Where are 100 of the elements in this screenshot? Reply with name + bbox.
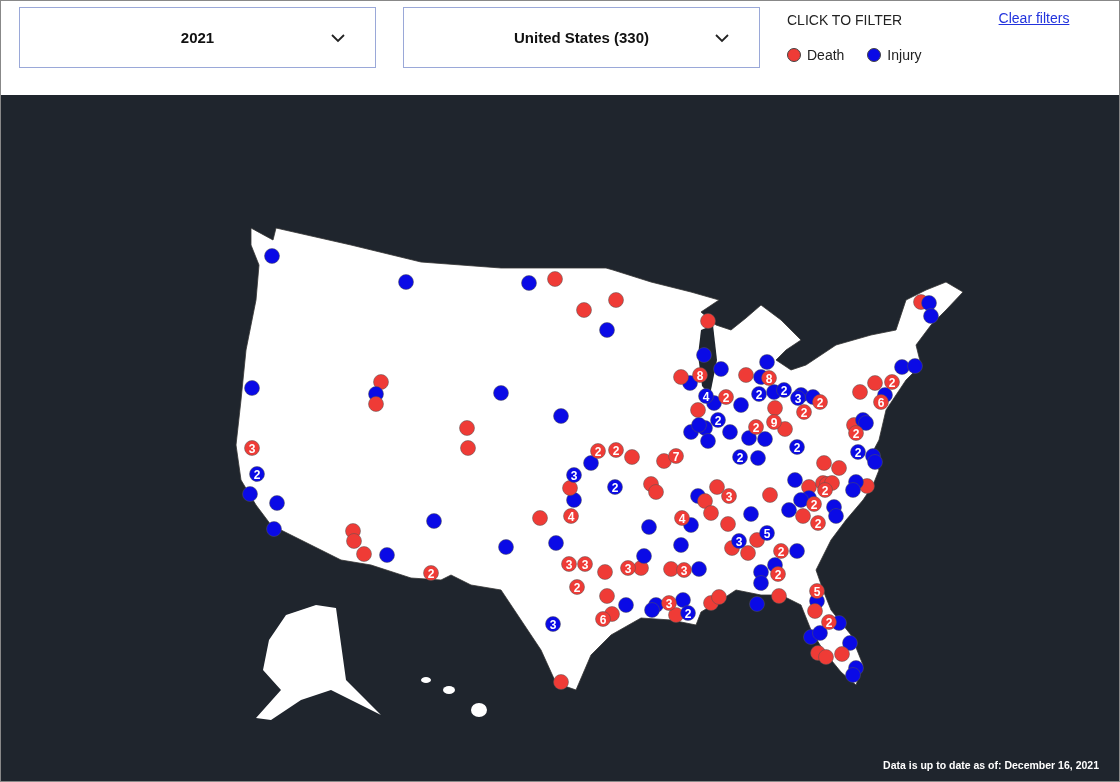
death-marker[interactable]: 3 — [676, 562, 692, 578]
death-marker[interactable] — [816, 455, 832, 471]
injury-marker[interactable]: 2 — [607, 479, 623, 495]
death-marker[interactable] — [673, 369, 689, 385]
injury-marker[interactable] — [757, 431, 773, 447]
death-marker[interactable]: 3 — [244, 440, 260, 456]
injury-marker[interactable] — [793, 492, 809, 508]
injury-marker[interactable] — [264, 248, 280, 264]
injury-marker[interactable]: 2 — [751, 386, 767, 402]
death-marker[interactable] — [608, 292, 624, 308]
injury-marker[interactable] — [741, 430, 757, 446]
death-marker[interactable]: 8 — [761, 370, 777, 386]
injury-marker[interactable] — [618, 597, 634, 613]
injury-marker[interactable]: 3 — [566, 467, 582, 483]
death-marker[interactable]: 2 — [770, 566, 786, 582]
death-marker[interactable]: 3 — [721, 488, 737, 504]
injury-marker[interactable] — [842, 635, 858, 651]
injury-marker[interactable] — [244, 380, 260, 396]
death-marker[interactable] — [703, 505, 719, 521]
death-marker[interactable]: 2 — [810, 515, 826, 531]
injury-marker[interactable] — [789, 543, 805, 559]
injury-marker[interactable] — [493, 385, 509, 401]
injury-marker[interactable]: 3 — [545, 616, 561, 632]
death-marker[interactable] — [624, 449, 640, 465]
death-marker[interactable] — [859, 478, 875, 494]
death-marker[interactable] — [599, 588, 615, 604]
filter-dropdown[interactable]: 2021 — [19, 7, 376, 68]
filter-dropdown[interactable]: United States (330) — [403, 7, 760, 68]
death-marker[interactable] — [771, 588, 787, 604]
injury-marker[interactable] — [743, 506, 759, 522]
injury-marker[interactable] — [787, 472, 803, 488]
death-marker[interactable] — [831, 460, 847, 476]
death-marker[interactable] — [597, 564, 613, 580]
death-marker[interactable] — [553, 674, 569, 690]
death-marker[interactable] — [740, 545, 756, 561]
death-marker[interactable] — [663, 561, 679, 577]
death-marker[interactable]: 4 — [563, 508, 579, 524]
injury-marker[interactable] — [921, 295, 937, 311]
injury-marker[interactable] — [845, 667, 861, 683]
death-marker[interactable] — [767, 400, 783, 416]
injury-marker[interactable] — [828, 508, 844, 524]
death-marker[interactable] — [749, 532, 765, 548]
injury-marker[interactable] — [691, 561, 707, 577]
injury-marker[interactable] — [753, 575, 769, 591]
clear-filters-link[interactable]: Clear filters — [998, 10, 1070, 26]
injury-marker[interactable] — [781, 502, 797, 518]
injury-marker[interactable] — [266, 521, 282, 537]
death-marker[interactable]: 2 — [884, 374, 900, 390]
death-marker[interactable]: 2 — [590, 443, 606, 459]
injury-marker[interactable] — [242, 486, 258, 502]
death-marker[interactable] — [867, 375, 883, 391]
death-marker[interactable] — [709, 479, 725, 495]
injury-marker[interactable] — [379, 547, 395, 563]
injury-marker[interactable] — [812, 625, 828, 641]
death-marker[interactable]: 2 — [848, 425, 864, 441]
death-marker[interactable]: 6 — [873, 394, 889, 410]
death-marker[interactable] — [720, 516, 736, 532]
death-marker[interactable] — [807, 603, 823, 619]
death-marker[interactable] — [576, 302, 592, 318]
injury-marker[interactable] — [691, 417, 707, 433]
injury-marker[interactable] — [548, 535, 564, 551]
death-marker[interactable]: 2 — [812, 394, 828, 410]
death-marker[interactable]: 2 — [773, 543, 789, 559]
injury-marker[interactable] — [673, 537, 689, 553]
injury-marker[interactable] — [894, 359, 910, 375]
death-marker[interactable]: 2 — [748, 419, 764, 435]
injury-marker[interactable] — [722, 424, 738, 440]
injury-marker[interactable] — [426, 513, 442, 529]
death-marker[interactable] — [459, 420, 475, 436]
injury-marker[interactable] — [749, 596, 765, 612]
injury-marker[interactable] — [923, 308, 939, 324]
injury-marker[interactable]: 2 — [710, 412, 726, 428]
death-marker[interactable]: 3 — [661, 595, 677, 611]
injury-marker[interactable] — [583, 455, 599, 471]
death-marker[interactable]: 2 — [718, 389, 734, 405]
injury-marker[interactable] — [644, 602, 660, 618]
death-marker[interactable]: 2 — [821, 614, 837, 630]
injury-marker[interactable] — [675, 592, 691, 608]
injury-marker[interactable] — [907, 358, 923, 374]
injury-marker[interactable]: 4 — [698, 388, 714, 404]
injury-marker[interactable] — [750, 450, 766, 466]
injury-marker[interactable]: 2 — [789, 439, 805, 455]
legend-filter[interactable]: Injury — [867, 47, 922, 63]
death-marker[interactable] — [547, 271, 563, 287]
injury-marker[interactable] — [498, 539, 514, 555]
injury-marker[interactable] — [700, 433, 716, 449]
death-marker[interactable]: 3 — [620, 560, 636, 576]
death-marker[interactable] — [834, 646, 850, 662]
injury-marker[interactable] — [553, 408, 569, 424]
legend-filter[interactable]: Death — [787, 47, 845, 63]
death-marker[interactable] — [460, 440, 476, 456]
death-marker[interactable] — [700, 313, 716, 329]
death-marker[interactable] — [690, 402, 706, 418]
injury-marker[interactable]: 2 — [776, 382, 792, 398]
death-marker[interactable] — [852, 384, 868, 400]
injury-marker[interactable]: 5 — [759, 525, 775, 541]
injury-marker[interactable]: 3 — [731, 533, 747, 549]
death-marker[interactable]: 5 — [809, 583, 825, 599]
injury-marker[interactable] — [845, 482, 861, 498]
injury-marker[interactable] — [398, 274, 414, 290]
